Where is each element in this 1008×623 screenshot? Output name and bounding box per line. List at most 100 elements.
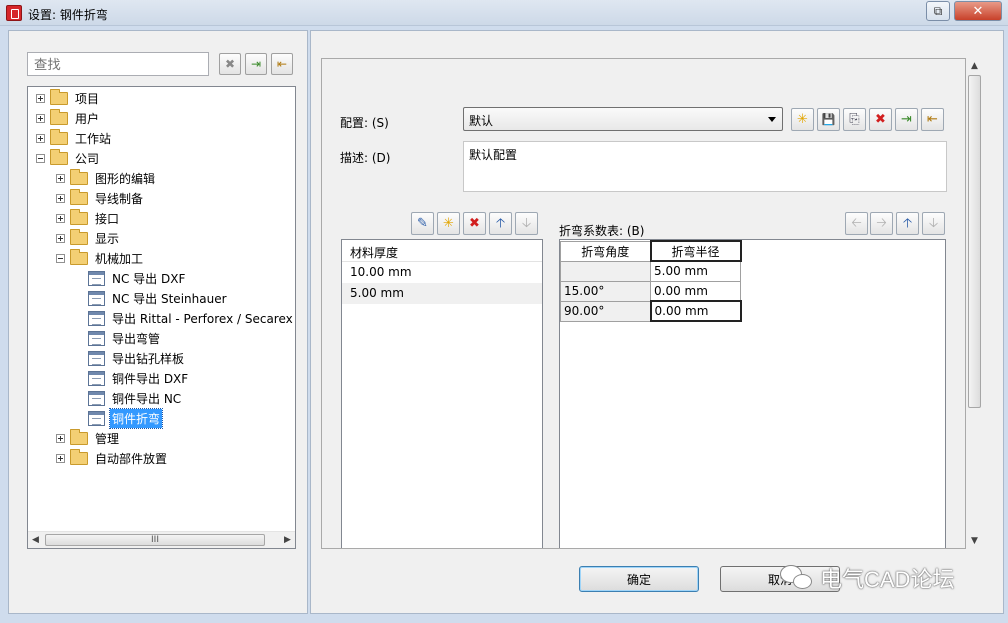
tree-item-label: 铜件导出 NC (112, 391, 182, 406)
tree-item[interactable]: 自动部件放置 (56, 448, 169, 468)
tree-item[interactable]: 用户 (36, 108, 101, 128)
config-delete-button[interactable]: ✖ (869, 108, 892, 131)
list-item[interactable]: 10.00 mm (342, 262, 542, 283)
table-move-down-button[interactable]: 🡣 (922, 212, 945, 235)
collapse-icon[interactable] (56, 253, 65, 263)
config-import-button[interactable]: ⇥ (895, 108, 918, 131)
tree-item[interactable]: 机械加工 (56, 248, 145, 268)
list-edit-button[interactable]: ✎ (411, 212, 434, 235)
table-cell[interactable]: 90.00° (560, 300, 651, 322)
config-dropdown[interactable]: 默认 (463, 107, 783, 131)
table-cell[interactable]: 5.00 mm (650, 260, 741, 282)
table-cell[interactable] (560, 260, 651, 282)
bend-grid: 折弯角度 折弯半径 5.00 mm 15.00° 0.00 mm 90.00° … (560, 240, 742, 322)
tree-item[interactable]: 项目 (36, 88, 101, 108)
config-new-button[interactable]: ✳ (791, 108, 814, 131)
table-cell[interactable]: 15.00° (560, 280, 651, 302)
list-delete-button[interactable]: ✖ (463, 212, 486, 235)
search-input[interactable] (27, 52, 209, 76)
tree-item[interactable]: 铜件导出 NC (88, 388, 183, 408)
tree-item[interactable]: NC 导出 Steinhauer (88, 288, 229, 308)
tree-item[interactable]: 导出钻孔样板 (88, 348, 186, 368)
tree-item-label: NC 导出 DXF (112, 271, 186, 286)
config-export-button[interactable]: ⇤ (921, 108, 944, 131)
scroll-down-icon[interactable]: ▼ (971, 536, 978, 546)
list-item[interactable]: 5.00 mm (342, 283, 542, 304)
settings-page-icon (88, 270, 105, 286)
horizontal-scrollbar[interactable]: ◀ III ▶ (28, 531, 295, 548)
collapse-icon[interactable] (36, 153, 45, 163)
list-move-down-button[interactable]: 🡣 (515, 212, 538, 235)
export-button[interactable]: ⇤ (271, 53, 293, 75)
table-move-right-button[interactable]: 🡢 (870, 212, 893, 235)
tree-item-label: 自动部件放置 (95, 451, 168, 466)
close-button[interactable]: ✕ (954, 1, 1002, 21)
table-cell[interactable]: 0.00 mm (650, 280, 741, 302)
window-title: 设置: 钢件折弯 (28, 8, 108, 22)
expand-icon[interactable] (56, 173, 65, 183)
config-save-button[interactable]: 💾 (817, 108, 840, 131)
tree-item-label: 导出钻孔样板 (112, 351, 185, 366)
tree-item[interactable]: 公司 (36, 148, 101, 168)
table-cell[interactable]: 0.00 mm (649, 300, 742, 322)
expand-icon[interactable] (56, 193, 65, 203)
tree-item-label: 管理 (95, 431, 120, 446)
table-move-up-button[interactable]: 🡡 (896, 212, 919, 235)
import-button[interactable]: ⇥ (245, 53, 267, 75)
expand-icon[interactable] (36, 93, 45, 103)
expand-icon[interactable] (36, 113, 45, 123)
scroll-left-icon[interactable]: ◀ (32, 535, 39, 545)
tree-item[interactable]: 显示 (56, 228, 121, 248)
tree-item[interactable]: 图形的编辑 (56, 168, 157, 188)
config-copy-button[interactable]: ⎘ (843, 108, 866, 131)
folder-icon (70, 428, 88, 445)
tree-item[interactable]: NC 导出 DXF (88, 268, 187, 288)
tree-item[interactable]: 管理 (56, 428, 121, 448)
tree-item-label: 机械加工 (95, 251, 144, 266)
expand-icon[interactable] (56, 233, 65, 243)
column-header-angle[interactable]: 折弯角度 (560, 240, 651, 262)
expand-icon[interactable] (56, 433, 65, 443)
list-new-button[interactable]: ✳ (437, 212, 460, 235)
folder-icon (50, 128, 68, 145)
tree-item[interactable]: 导出 Rittal - Perforex / Secarex (88, 308, 295, 328)
ok-button[interactable]: 确定 (579, 566, 699, 592)
arrow-left-icon: 🡠 (851, 216, 862, 231)
tree-item-label: 用户 (75, 111, 100, 126)
table-move-left-button[interactable]: 🡠 (845, 212, 868, 235)
tree-item[interactable]: 工作站 (36, 128, 113, 148)
tree-item[interactable]: 导线制备 (56, 188, 145, 208)
folder-icon (50, 88, 68, 105)
tree-item[interactable]: 铜件折弯 (88, 407, 164, 429)
tree-item-label: 铜件导出 DXF (112, 371, 189, 386)
tree-item-label: 铜件折弯 (108, 407, 164, 429)
settings-tree[interactable]: 项目用户工作站 公司 图形的编辑 导线制备 接口 显示机械加工 NC 导出 DXF NC 导出… (27, 86, 296, 549)
restore-button[interactable]: ⧉ (926, 1, 950, 21)
watermark: 电气CAD论坛 (780, 560, 954, 596)
arrow-down-icon: 🡣 (521, 216, 532, 231)
wechat-icon (780, 563, 814, 593)
export-icon: ⇤ (927, 112, 938, 127)
scroll-thumb[interactable]: III (45, 534, 265, 546)
folder-icon (70, 228, 88, 245)
vertical-scrollbar[interactable]: ▲ ▼ (966, 58, 983, 549)
expand-icon[interactable] (56, 453, 65, 463)
tree-item[interactable]: 导出弯管 (88, 328, 162, 348)
expand-icon[interactable] (56, 213, 65, 223)
table-header-row: 折弯角度 折弯半径 (560, 240, 742, 262)
clear-search-button[interactable]: ✖ (219, 53, 241, 75)
scroll-thumb[interactable] (968, 75, 981, 408)
description-field[interactable]: 默认配置 (463, 141, 947, 192)
column-header-radius[interactable]: 折弯半径 (649, 240, 742, 262)
scroll-up-icon[interactable]: ▲ (971, 61, 978, 71)
arrow-up-icon: 🡡 (902, 216, 913, 231)
tree-item[interactable]: 接口 (56, 208, 121, 228)
config-label: 配置: (S) (340, 116, 389, 130)
bend-table[interactable]: 折弯角度 折弯半径 5.00 mm 15.00° 0.00 mm 90.00° … (559, 239, 946, 548)
tree-item[interactable]: 铜件导出 DXF (88, 368, 190, 388)
scroll-right-icon[interactable]: ▶ (284, 535, 291, 545)
list-move-up-button[interactable]: 🡡 (489, 212, 512, 235)
copy-icon: ⎘ (849, 112, 860, 127)
thickness-list[interactable]: 材料厚度 10.00 mm 5.00 mm (341, 239, 543, 548)
expand-icon[interactable] (36, 133, 45, 143)
